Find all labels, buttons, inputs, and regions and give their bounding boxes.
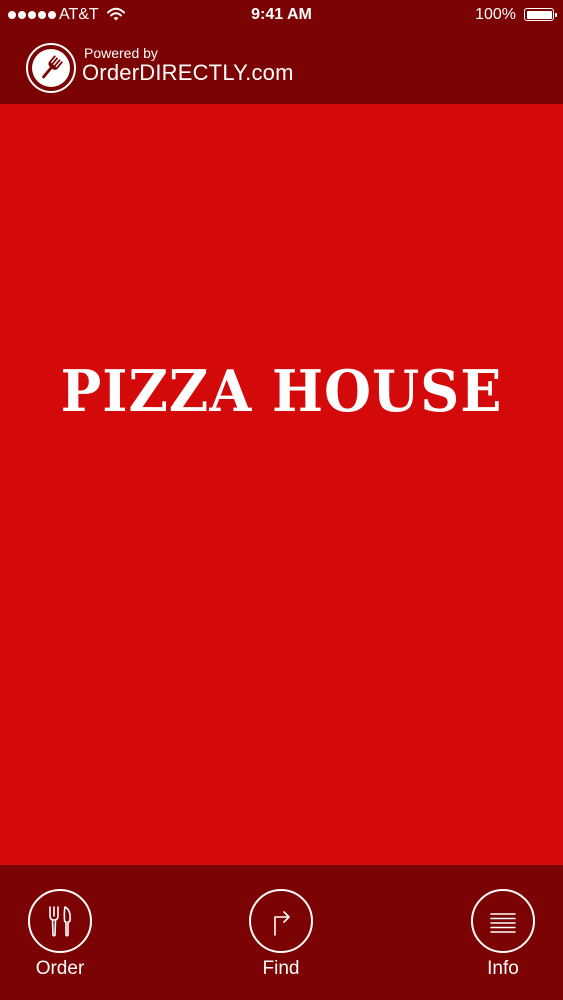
status-bar: AT&T 9:41 AM 100% (0, 0, 563, 30)
powered-by-brand[interactable]: Powered by OrderDIRECTLY.com (26, 42, 294, 94)
brand-name: OrderDIRECTLY.com (82, 60, 294, 85)
tab-info[interactable]: Info (443, 889, 563, 980)
lines-icon (471, 889, 535, 953)
tab-find[interactable]: Find (221, 889, 341, 980)
tab-find-label: Find (262, 958, 300, 979)
powered-by-label: Powered by (84, 45, 158, 61)
top-header: AT&T 9:41 AM 100% Powered by OrderDIRECT… (0, 0, 563, 104)
tab-order-label: Order (35, 958, 85, 979)
tab-order[interactable]: Order (0, 889, 120, 980)
turn-arrow-icon (249, 889, 313, 953)
restaurant-splash: PIZZA HOUSE (0, 104, 563, 865)
battery-icon (524, 8, 557, 21)
fork-icon (26, 43, 76, 93)
battery-level-fill (526, 10, 552, 19)
cutlery-icon (28, 889, 92, 953)
bottom-tab-bar: Order Find Info (0, 865, 563, 1000)
app-screen: AT&T 9:41 AM 100% Powered by OrderDIRECT… (0, 0, 563, 1000)
battery-percentage: 100% (475, 6, 516, 23)
tab-info-label: Info (487, 958, 519, 979)
restaurant-title: PIZZA HOUSE (60, 357, 503, 425)
